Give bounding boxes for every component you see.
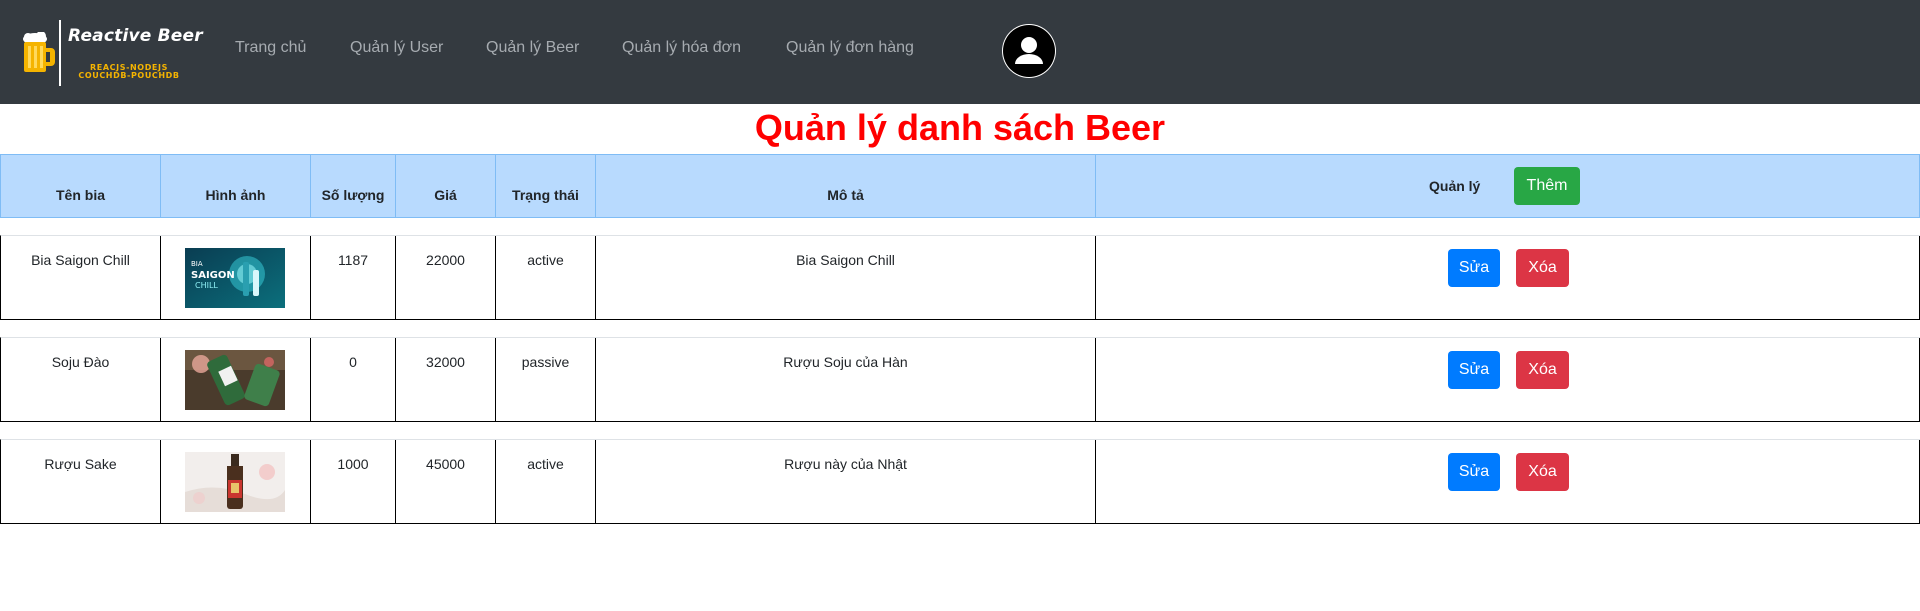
cell-actions: Sửa Xóa [1096, 440, 1920, 524]
cell-price: 32000 [396, 338, 496, 422]
cell-name: Bia Saigon Chill [1, 236, 161, 320]
svg-text:BIA: BIA [191, 260, 203, 268]
beer-mug-icon [22, 31, 56, 74]
header-image: Hình ảnh [161, 155, 311, 217]
edit-button[interactable]: Sửa [1448, 249, 1500, 287]
cell-price: 22000 [396, 236, 496, 320]
ruou-sake-image [185, 452, 285, 512]
table-row: Bia Saigon Chill BIA SAIGON CHILL 1187 2… [0, 235, 1920, 320]
nav-link-beer[interactable]: Quản lý Beer [486, 39, 579, 57]
cell-actions: Sửa Xóa [1096, 236, 1920, 320]
cell-name: Rượu Sake [1, 440, 161, 524]
cell-description: Rượu này của Nhật [596, 440, 1096, 524]
cell-quantity: 1187 [311, 236, 396, 320]
brand-divider [59, 20, 61, 86]
navbar: Reactive Beer REACJS-NODEJS COUCHDB-POUC… [0, 0, 1920, 104]
nav-link-users[interactable]: Quản lý User [350, 39, 443, 57]
nav-link-home[interactable]: Trang chủ [235, 39, 306, 57]
header-name: Tên bia [1, 155, 161, 217]
header-status: Trạng thái [496, 155, 596, 217]
header-price: Giá [396, 155, 496, 217]
bia-saigon-chill-image: BIA SAIGON CHILL [185, 248, 285, 308]
svg-text:CHILL: CHILL [195, 281, 218, 290]
delete-button[interactable]: Xóa [1516, 453, 1569, 491]
cell-description: Rượu Soju của Hàn [596, 338, 1096, 422]
add-beer-button[interactable]: Thêm [1514, 167, 1580, 205]
cell-price: 45000 [396, 440, 496, 524]
brand-subtitle-2: COUCHDB-POUCHDB [78, 71, 180, 80]
cell-status: passive [496, 338, 596, 422]
delete-button[interactable]: Xóa [1516, 249, 1569, 287]
header-description: Mô tả [596, 155, 1096, 217]
cell-image [161, 440, 311, 524]
cell-actions: Sửa Xóa [1096, 338, 1920, 422]
nav-link-invoices[interactable]: Quản lý hóa đơn [622, 39, 741, 57]
header-manage: Quản lý Thêm [1096, 155, 1920, 217]
edit-button[interactable]: Sửa [1448, 453, 1500, 491]
header-manage-label: Quản lý [1429, 178, 1481, 194]
delete-button[interactable]: Xóa [1516, 351, 1569, 389]
brand-logo[interactable]: Reactive Beer REACJS-NODEJS COUCHDB-POUC… [22, 18, 203, 88]
cell-status: active [496, 236, 596, 320]
cell-quantity: 1000 [311, 440, 396, 524]
page-title: Quản lý danh sách Beer [754, 107, 1166, 148]
table-row: Rượu Sake 1000 45000 active Rượu này của… [0, 439, 1920, 524]
edit-button[interactable]: Sửa [1448, 351, 1500, 389]
cell-name: Soju Đào [1, 338, 161, 422]
brand-title: Reactive Beer [68, 26, 203, 46]
cell-quantity: 0 [311, 338, 396, 422]
header-quantity: Số lượng [311, 155, 396, 217]
nav-link-orders[interactable]: Quản lý đơn hàng [786, 39, 914, 57]
user-avatar-icon[interactable] [1002, 24, 1056, 78]
cell-description: Bia Saigon Chill [596, 236, 1096, 320]
svg-text:SAIGON: SAIGON [191, 270, 235, 281]
cell-image [161, 338, 311, 422]
table-header: Tên bia Hình ảnh Số lượng Giá Trạng thái… [0, 154, 1920, 218]
cell-status: active [496, 440, 596, 524]
soju-dao-image [185, 350, 285, 410]
cell-image: BIA SAIGON CHILL [161, 236, 311, 320]
table-row: Soju Đào 0 32000 passive Rượu Soju của H… [0, 337, 1920, 422]
